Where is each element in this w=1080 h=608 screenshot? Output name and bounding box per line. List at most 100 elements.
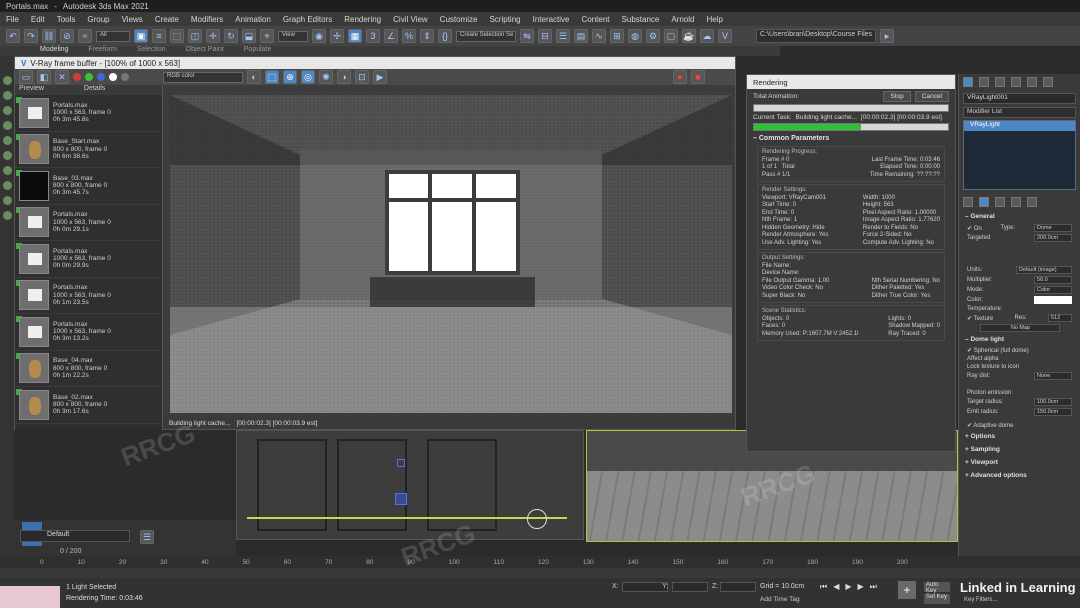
rollout-sampling[interactable]: + Sampling <box>959 443 1080 456</box>
menu-item-arnold[interactable]: Arnold <box>671 15 694 24</box>
schematic-view-icon[interactable]: ⊞ <box>610 29 624 43</box>
menu-item-file[interactable]: File <box>6 15 19 24</box>
layer-manager-icon[interactable]: ☰ <box>140 530 154 544</box>
menu-item-tools[interactable]: Tools <box>57 15 76 24</box>
toggle-ribbon-icon[interactable]: ▤ <box>574 29 588 43</box>
project-path[interactable]: C:\Users\bran\Desktop\Course Files <box>756 29 876 43</box>
y-coord-field[interactable] <box>672 582 708 592</box>
tool-icon[interactable] <box>2 121 12 130</box>
blue-channel-icon[interactable] <box>97 73 105 81</box>
menu-item-civil-view[interactable]: Civil View <box>393 15 428 24</box>
mirror-icon[interactable]: ⇋ <box>520 29 534 43</box>
lens-effects-icon[interactable]: ✺ <box>319 70 333 84</box>
object-name-field[interactable]: VRayLight001 <box>963 93 1076 104</box>
history-item[interactable]: Portals.max 1000 x 563, frame 0 0h 3m 13.2… <box>15 314 162 351</box>
spherical-checkbox[interactable]: Spherical (full dome) <box>974 348 1029 354</box>
render-production-icon[interactable]: ☕ <box>682 29 696 43</box>
length-field[interactable]: 200.0cm <box>1034 234 1072 242</box>
set-key-icon[interactable]: + <box>898 581 916 599</box>
menu-item-create[interactable]: Create <box>155 15 179 24</box>
ribbon-tab-modeling[interactable]: Modeling <box>40 46 68 56</box>
tool-icon[interactable] <box>2 196 12 205</box>
check-icon[interactable]: ✔ <box>967 226 972 232</box>
ribbon-tab-freeform[interactable]: Freeform <box>88 46 116 56</box>
vfb-titlebar[interactable]: V V-Ray frame buffer - [100% of 1000 x 5… <box>15 57 735 69</box>
bind-space-warp-icon[interactable]: ≈ <box>78 29 92 43</box>
mode-dropdown[interactable]: Color <box>1034 286 1072 294</box>
go-to-start-icon[interactable]: ⏮ <box>820 582 827 592</box>
motion-tab-icon[interactable] <box>1011 77 1021 87</box>
rollout-advanced-options[interactable]: + Advanced options <box>959 469 1080 482</box>
modifier-list-dropdown[interactable]: Modifier List <box>963 107 1076 118</box>
pivot-icon[interactable]: ◉ <box>312 29 326 43</box>
frame-slider[interactable]: 0 / 200 <box>60 548 120 556</box>
units-dropdown[interactable]: Default (image) <box>1016 266 1072 274</box>
targeted-checkbox[interactable]: Targeted <box>967 235 990 241</box>
dome-icon[interactable] <box>527 509 547 529</box>
place-icon[interactable]: ⌖ <box>260 29 274 43</box>
no-map-button[interactable]: No Map <box>979 324 1060 332</box>
clear-image-icon[interactable]: ✕ <box>55 70 69 84</box>
target-radius-field[interactable]: 100.0cm <box>1034 398 1072 406</box>
menu-item-modifiers[interactable]: Modifiers <box>191 15 223 24</box>
stop-render-icon[interactable]: ■ <box>691 70 705 84</box>
menu-item-views[interactable]: Views <box>122 15 143 24</box>
history-item[interactable]: Base_Start.max 800 x 800, frame 0 0h 6m 38… <box>15 132 162 168</box>
mono-icon[interactable] <box>121 73 129 81</box>
viewport-front[interactable] <box>236 430 584 540</box>
check-icon[interactable]: ✔ <box>967 423 972 429</box>
remove-modifier-icon[interactable] <box>1011 197 1021 207</box>
timeline-ruler[interactable]: 0 10 20 30 40 50 60 70 80 90 100 110 120 130 140 150 160… <box>0 556 1080 568</box>
menu-item-animation[interactable]: Animation <box>235 15 271 24</box>
tool-icon[interactable] <box>2 91 12 100</box>
rollout-viewport[interactable]: + Viewport <box>959 456 1080 469</box>
tool-icon[interactable] <box>2 106 12 115</box>
add-time-tag[interactable]: Add Time Tag <box>760 596 800 603</box>
curve-editor-icon[interactable]: ∿ <box>592 29 606 43</box>
light-gizmo[interactable] <box>397 459 405 467</box>
layer-dropdown[interactable]: Default <box>20 530 130 542</box>
display-tab-icon[interactable] <box>1027 77 1037 87</box>
lock-icon[interactable]: ⊡ <box>355 70 369 84</box>
rollout-options[interactable]: + Options <box>959 430 1080 443</box>
pin-stack-icon[interactable] <box>963 197 973 207</box>
vray-frame-buffer[interactable]: V V-Ray frame buffer - [100% of 1000 x 5… <box>14 56 736 430</box>
show-end-result-icon[interactable] <box>979 197 989 207</box>
common-parameters-header[interactable]: – Common Parameters <box>747 131 955 144</box>
on-checkbox[interactable]: On <box>974 226 982 232</box>
z-coord-field[interactable] <box>720 582 756 592</box>
create-tab-icon[interactable] <box>963 77 973 87</box>
play-icon[interactable]: ▶ <box>845 582 851 592</box>
select-manipulate-icon[interactable]: ✢ <box>330 29 344 43</box>
dome-light-rollout[interactable]: – Dome light <box>959 333 1080 346</box>
check-icon[interactable]: ✔ <box>967 316 972 322</box>
material-editor-icon[interactable]: ◍ <box>628 29 642 43</box>
render-icon[interactable]: ● <box>673 70 687 84</box>
check-icon[interactable]: ✔ <box>967 348 972 354</box>
channel-dropdown[interactable]: RGB color <box>163 71 243 83</box>
color-swatch[interactable] <box>1034 296 1072 304</box>
stereo-icon[interactable]: ◑ <box>337 70 351 84</box>
percent-snap-icon[interactable]: % <box>402 29 416 43</box>
texture-checkbox[interactable]: Texture <box>974 316 994 322</box>
select-object-icon[interactable]: ▣ <box>134 29 148 43</box>
menu-item-rendering[interactable]: Rendering <box>344 15 381 24</box>
angle-snap-icon[interactable]: ∠ <box>384 29 398 43</box>
configure-sets-icon[interactable] <box>1027 197 1037 207</box>
menu-item-substance[interactable]: Substance <box>622 15 660 24</box>
make-unique-icon[interactable] <box>995 197 1005 207</box>
modifier-stack[interactable]: VRayLight <box>963 120 1076 190</box>
tool-icon[interactable] <box>2 166 12 175</box>
key-filters-button[interactable]: Key Filters... <box>964 597 997 603</box>
menu-item-graph-editors[interactable]: Graph Editors <box>283 15 332 24</box>
keyboard-shortcut-icon[interactable]: ▦ <box>348 29 362 43</box>
menu-item-help[interactable]: Help <box>706 15 722 24</box>
history-item[interactable]: Base_03.max 800 x 800, frame 0 0h 3m 45.7s <box>15 168 162 205</box>
menu-item-group[interactable]: Group <box>87 15 109 24</box>
render-setup-icon[interactable]: ⚙ <box>646 29 660 43</box>
ribbon-tab-populate[interactable]: Populate <box>244 46 272 56</box>
light-target[interactable] <box>395 493 407 505</box>
tool-icon[interactable] <box>2 151 12 160</box>
lock-texture-checkbox[interactable]: Lock texture to icon <box>967 364 1019 370</box>
render-activeshade-icon[interactable]: ☁ <box>700 29 714 43</box>
